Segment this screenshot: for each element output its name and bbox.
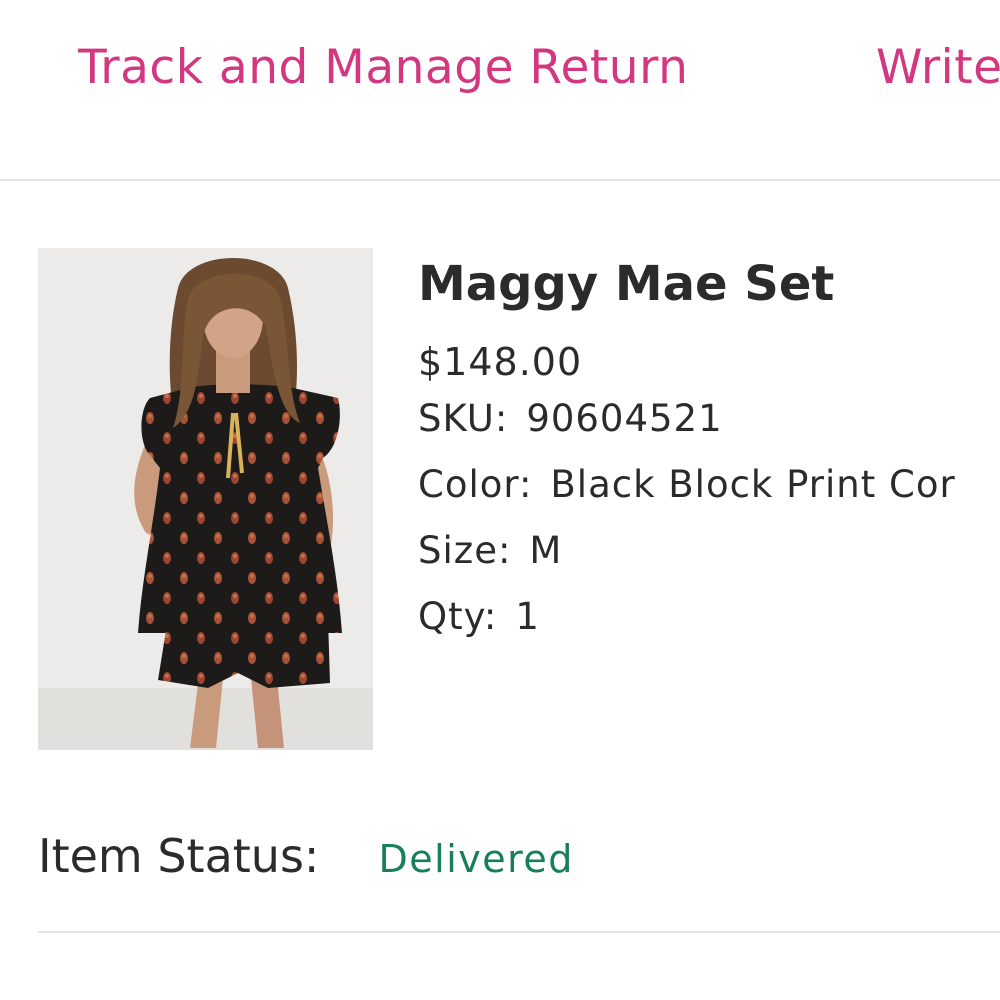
item-status-value: Delivered	[378, 837, 574, 881]
order-item-page: Track and Manage Return Write Maggy Mae …	[0, 0, 1000, 1000]
product-details: Maggy Mae Set $148.00 SKU: 90604521 Color…	[418, 250, 1000, 650]
product-photo-icon	[38, 248, 373, 750]
item-status: Item Status: Delivered	[38, 823, 574, 892]
color-label: Color:	[418, 463, 533, 506]
qty-row: Qty: 1	[418, 584, 1000, 650]
qty-label: Qty:	[418, 595, 498, 638]
section-divider	[38, 931, 1000, 933]
sku-label: SKU:	[418, 397, 509, 440]
item-status-label: Item Status:	[38, 829, 320, 883]
sku-row: SKU: 90604521	[418, 386, 1000, 452]
track-manage-return-link[interactable]: Track and Manage Return	[78, 38, 688, 98]
color-value: Black Block Print Cor	[550, 463, 956, 506]
size-row: Size: M	[418, 518, 1000, 584]
qty-value: 1	[515, 595, 540, 638]
size-value: M	[529, 529, 563, 572]
write-review-link[interactable]: Write	[876, 38, 1000, 98]
sku-value: 90604521	[526, 397, 723, 440]
size-label: Size:	[418, 529, 512, 572]
color-row: Color: Black Block Print Cor	[418, 452, 1000, 518]
product-price: $148.00	[418, 340, 583, 384]
section-divider	[0, 179, 1000, 181]
product-name[interactable]: Maggy Mae Set	[418, 250, 1000, 318]
product-image[interactable]	[38, 248, 373, 750]
